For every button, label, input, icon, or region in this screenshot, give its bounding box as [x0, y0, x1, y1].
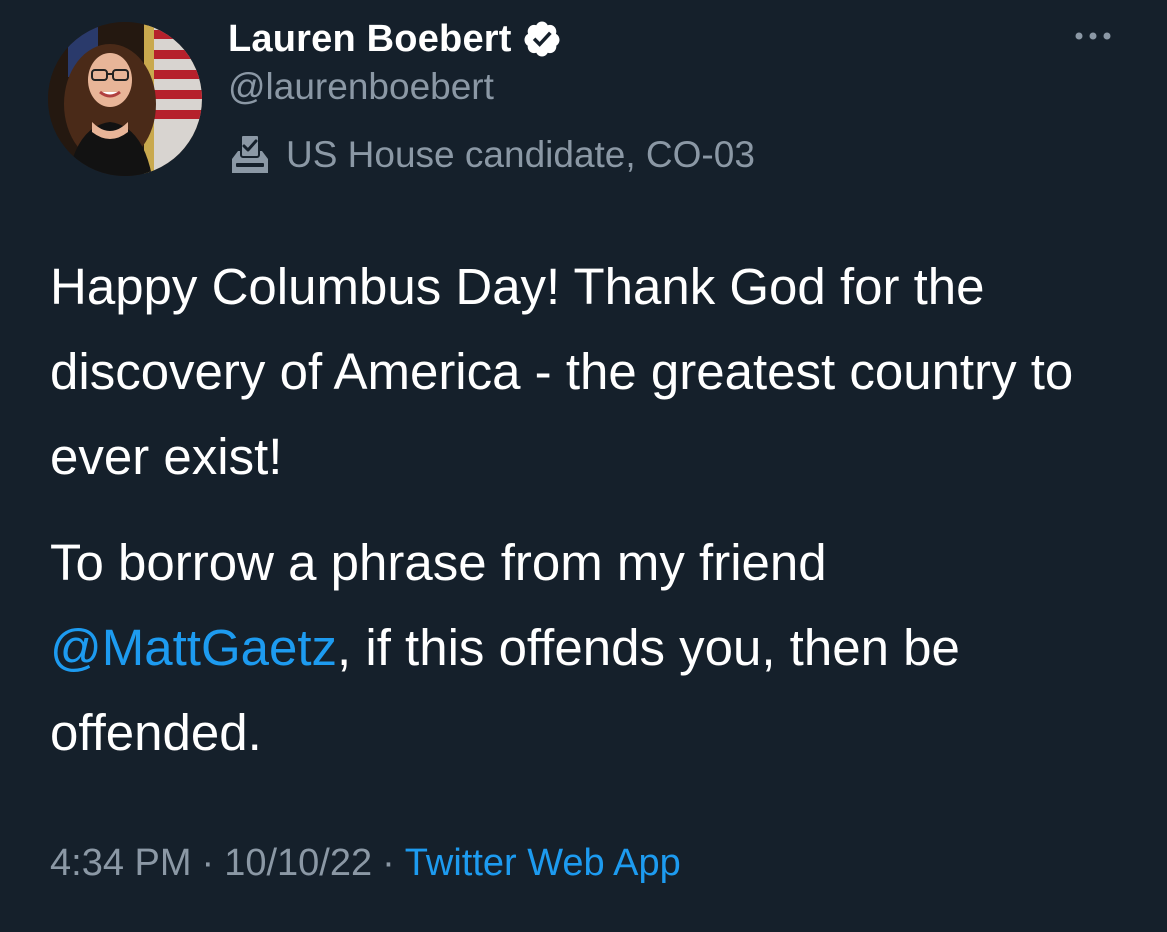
bio-label: US House candidate, CO-03	[286, 134, 755, 175]
verified-badge-icon	[522, 19, 562, 59]
more-options-icon[interactable]	[1071, 22, 1115, 50]
display-name[interactable]: Lauren Boebert	[228, 18, 512, 61]
tweet-paragraph: Happy Columbus Day! Thank God for the di…	[50, 258, 1074, 485]
tweet-source-link[interactable]: Twitter Web App	[405, 842, 681, 884]
avatar[interactable]	[48, 22, 202, 176]
tweet-date[interactable]: 10/10/22	[224, 842, 372, 884]
user-handle[interactable]: @laurenboebert	[228, 66, 494, 108]
tweet-text-segment: To borrow a phrase from my friend	[50, 534, 827, 591]
ballot-box-icon	[226, 131, 274, 179]
tweet-meta: 4:34 PM · 10/10/22 · Twitter Web App	[50, 842, 681, 885]
mention-link[interactable]: @MattGaetz	[50, 619, 337, 676]
separator: ·	[201, 842, 215, 884]
display-name-row: Lauren Boebert	[228, 14, 562, 64]
tweet-time[interactable]: 4:34 PM	[50, 842, 192, 884]
separator: ·	[382, 842, 395, 884]
bio-row: US House candidate, CO-03	[226, 130, 755, 180]
tweet-paragraph: To borrow a phrase from my friend @MattG…	[50, 520, 1130, 775]
tweet-card: Lauren Boebert @laurenboebert US House c…	[0, 0, 1167, 932]
tweet-text: Happy Columbus Day! Thank God for the di…	[50, 244, 1130, 775]
